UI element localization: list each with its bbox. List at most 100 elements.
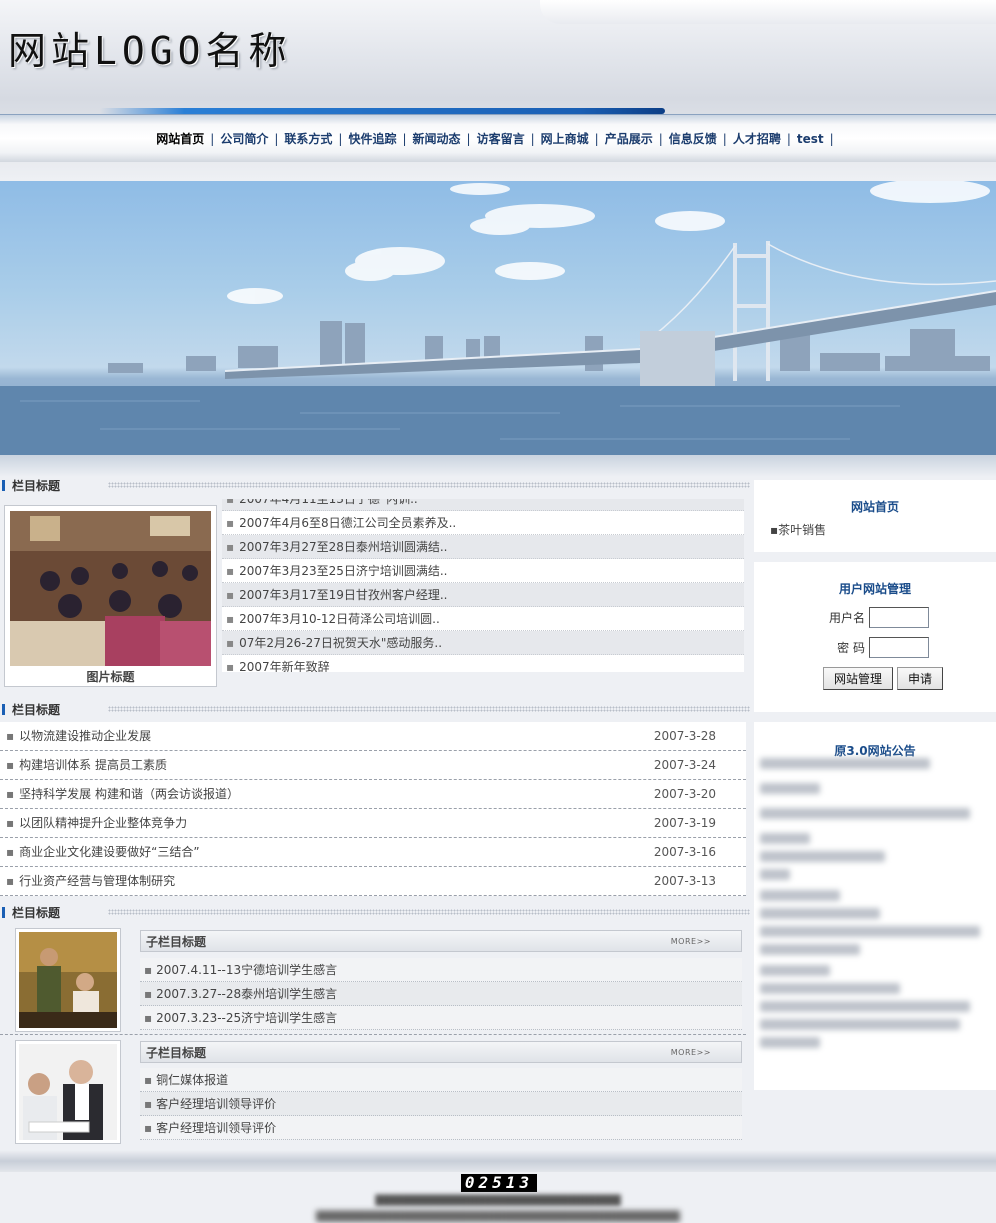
nav-separator: | [466,132,471,146]
block2-more-link[interactable]: MORE>> [671,1048,711,1057]
sidebar-login-box: 用户网站管理 用户名 密 码 网站管理 申请 [754,562,996,712]
article-title: 行业资产经营与管理体制研究 [19,874,176,888]
bullet-icon: ▪ [226,636,235,650]
section2-title: 栏目标题 [12,702,61,717]
bullet-icon: ▪ [226,588,235,602]
news-scroll-list: ▪ 2007年4月11至13日宁德“内训.. ▪ 2007年4月6至8日德江公司全员素… [222,499,744,672]
main-nav: 网站首页 | 公司简介 | 联系方式 | 快件追踪 | 新闻动态 | 访客留言 | 网上商城 | 产品展示 |… [0,130,996,147]
nav-item-8[interactable]: 信息反馈 [669,132,717,146]
apply-button[interactable]: 申请 [897,667,944,690]
sidebar-home-title[interactable]: 网站首页 [754,498,996,515]
article-row[interactable]: ▪ 构建培训体系 提高员工素质 2007-3-24 [0,751,746,780]
section3-title: 栏目标题 [12,905,61,920]
business-photo [19,1044,117,1140]
news-item[interactable]: ▪ 2007年3月10-12日荷泽公司培训圆.. [222,607,744,631]
sub-list-item[interactable]: ▪ 客户经理培训领导评价 [140,1092,742,1116]
article-row[interactable]: ▪ 以团队精神提升企业整体竞争力 2007-3-19 [0,809,746,838]
section-marker [2,906,5,918]
bullet-icon: ▪ [226,516,235,530]
news-item[interactable]: ▪ 2007年3月17至19日甘孜州客户经理.. [222,583,744,607]
nav-separator: | [658,132,663,146]
article-date: 2007-3-24 [653,758,716,772]
news-item[interactable]: ▪ 2007年新年致辞 [222,655,744,672]
sub-list-item-label: 2007.3.27--28泰州培训学生感言 [156,987,338,1001]
nav-item-10[interactable]: test [797,132,824,146]
sub-list-item[interactable]: ▪ 客户经理培训领导评价 [140,1116,742,1140]
news-item-label: 2007年3月27至28日泰州培训圆满结.. [239,540,448,554]
bullet-icon: ▪ [144,987,153,1001]
footer-copyright-blurred: ▇▇▇▇▇▇▇▇▇▇▇▇▇▇▇▇▇▇▇▇▇▇▇▇▇▇▇▇▇▇▇▇▇▇▇▇▇▇▇▇… [316,1209,680,1222]
site-logo[interactable]: 网站LOGO名称 [8,20,292,75]
news-item[interactable]: ▪ 2007年3月23至25日济宁培训圆满结.. [222,559,744,583]
picture-box[interactable]: 图片标题 [4,505,217,687]
block2-thumbnail[interactable] [15,1040,121,1144]
notice-content-blurred [760,758,988,1055]
article-link[interactable]: ▪ 商业企业文化建设要做好“三结合” [6,838,200,866]
news-item-label: 2007年3月17至19日甘孜州客户经理.. [239,588,448,602]
nav-separator: | [722,132,727,146]
article-title: 坚持科学发展 构建和谐（两会访谈报道） [19,787,239,801]
article-list: ▪ 以物流建设推动企业发展 2007-3-28 ▪ 构建培训体系 提高员工素质 2007-… [0,722,746,896]
bullet-icon: ▪ [6,758,15,772]
people-photo [19,932,117,1028]
dashed-divider [0,1034,746,1035]
article-link[interactable]: ▪ 构建培训体系 提高员工素质 [6,751,167,779]
sub-list-item[interactable]: ▪ 2007.4.11--13宁德培训学生感言 [140,958,742,982]
nav-item-4[interactable]: 新闻动态 [413,132,461,146]
nav-item-0[interactable]: 网站首页 [156,132,204,146]
article-row[interactable]: ▪ 以物流建设推动企业发展 2007-3-28 [0,722,746,751]
article-row[interactable]: ▪ 坚持科学发展 构建和谐（两会访谈报道） 2007-3-20 [0,780,746,809]
sub-list-item[interactable]: ▪ 2007.3.23--25济宁培训学生感言 [140,1006,742,1030]
sub-list-item-label: 客户经理培训领导评价 [156,1121,277,1135]
article-row[interactable]: ▪ 商业企业文化建设要做好“三结合” 2007-3-16 [0,838,746,867]
bullet-icon: ▪ [6,729,15,743]
sub-list-item-label: 铜仁媒体报道 [156,1073,229,1087]
article-title: 构建培训体系 提高员工素质 [19,758,167,772]
bullet-icon: ▪ [6,874,15,888]
article-date: 2007-3-13 [653,874,716,888]
block1-more-link[interactable]: MORE>> [671,937,711,946]
bullet-icon: ▪ [6,845,15,859]
manage-button[interactable]: 网站管理 [822,667,893,690]
news-item[interactable]: ▪ 07年2月26-27日祝贺天水"感动服务.. [222,631,744,655]
sidebar-home-item[interactable]: ▪茶叶销售 [754,521,996,538]
sub-list-item[interactable]: ▪ 铜仁媒体报道 [140,1068,742,1092]
bullet-icon: ▪ [226,499,235,506]
banner-fade [0,455,996,477]
sub-list-item[interactable]: ▪ 2007.3.27--28泰州培训学生感言 [140,982,742,1006]
article-link[interactable]: ▪ 行业资产经营与管理体制研究 [6,867,175,895]
block1-thumbnail[interactable] [15,928,121,1032]
article-link[interactable]: ▪ 坚持科学发展 构建和谐（两会访谈报道） [6,780,239,808]
bullet-icon: ▪ [144,1121,153,1135]
nav-item-7[interactable]: 产品展示 [605,132,653,146]
nav-item-9[interactable]: 人才招聘 [733,132,781,146]
password-label: 密 码 [837,641,865,655]
nav-item-6[interactable]: 网上商城 [541,132,589,146]
article-link[interactable]: ▪ 以物流建设推动企业发展 [6,722,151,750]
article-link[interactable]: ▪ 以团队精神提升企业整体竞争力 [6,809,187,837]
nav-item-3[interactable]: 快件追踪 [348,132,396,146]
bullet-icon: ▪ [144,1073,153,1087]
nav-item-1[interactable]: 公司简介 [220,132,268,146]
sidebar-home-item-label: 茶叶销售 [778,523,827,537]
news-item[interactable]: ▪ 2007年4月11至13日宁德“内训.. [222,499,744,511]
news-item-label: 2007年新年致辞 [239,660,330,672]
site-header: 网站LOGO名称 网站首页 | 公司简介 | 联系方式 | 快件追踪 | 新闻动态 | 访客留言 | 网… [0,0,996,180]
article-date: 2007-3-16 [653,845,716,859]
article-row[interactable]: ▪ 行业资产经营与管理体制研究 2007-3-13 [0,867,746,896]
block1-subtitle: 子栏目标题 [146,934,207,949]
username-label: 用户名 [828,611,865,625]
password-row: 密 码 [754,637,996,658]
nav-item-5[interactable]: 访客留言 [477,132,525,146]
nav-separator: | [402,132,407,146]
nav-separator: | [210,132,215,146]
nav-item-2[interactable]: 联系方式 [284,132,332,146]
username-input[interactable] [869,607,929,628]
block1-list: ▪ 2007.4.11--13宁德培训学生感言 ▪ 2007.3.27--28泰州培训… [140,958,742,1030]
section-marker [2,703,5,715]
meeting-photo[interactable] [10,511,211,666]
password-input[interactable] [869,637,929,658]
news-item[interactable]: ▪ 2007年3月27至28日泰州培训圆满结.. [222,535,744,559]
news-item[interactable]: ▪ 2007年4月6至8日德江公司全员素养及.. [222,511,744,535]
bullet-icon: ▪ [226,612,235,626]
